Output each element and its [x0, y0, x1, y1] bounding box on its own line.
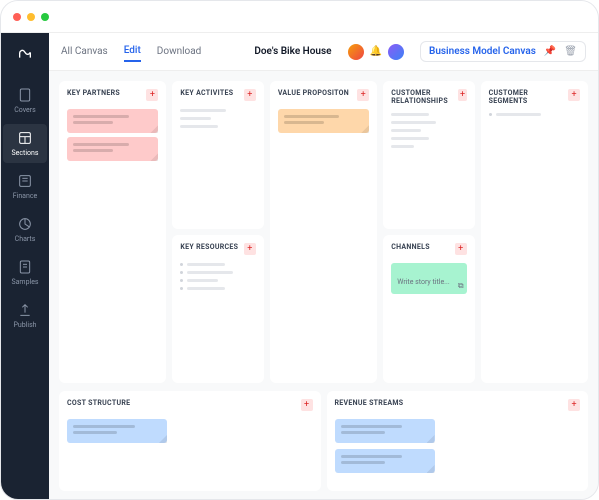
canvas-card[interactable] [67, 419, 167, 443]
avatar[interactable] [348, 44, 364, 60]
close-window-button[interactable] [13, 13, 21, 21]
sidebar: Covers Sections Finance Charts Samples P… [1, 33, 49, 500]
section-title: KEY PARTNERS [67, 89, 120, 97]
placeholder-content [180, 263, 255, 295]
samples-icon [17, 259, 33, 275]
publish-icon [17, 302, 33, 318]
minimize-window-button[interactable] [27, 13, 35, 21]
tab-all-canvas[interactable]: All Canvas [61, 42, 108, 61]
section-title: VALUE PROPOSITON [278, 89, 349, 97]
finance-icon [17, 173, 33, 189]
card-placeholder: Write story title... [397, 278, 450, 286]
section-key-resources: KEY RESOURCES + [172, 235, 263, 383]
logo-icon [17, 47, 33, 63]
canvas-card[interactable] [278, 109, 369, 133]
notifications-icon[interactable]: 🔔 [370, 46, 382, 57]
canvas-card[interactable] [67, 137, 158, 161]
add-card-button[interactable]: + [568, 399, 580, 411]
charts-icon [17, 216, 33, 232]
section-value-proposition: VALUE PROPOSITON + [270, 81, 377, 383]
canvas-title: Business Model Canvas [429, 46, 536, 57]
titlebar [1, 1, 598, 33]
topbar: All Canvas Edit Download Doe's Bike Hous… [49, 33, 598, 71]
section-customer-relationships: CUSTOMER RELATIONSHIPS + [383, 81, 474, 229]
section-title: CUSTOMER SEGMENTS [489, 89, 569, 105]
add-card-button[interactable]: + [357, 89, 369, 101]
add-card-button[interactable]: + [458, 89, 466, 101]
sidebar-label: Charts [15, 235, 36, 243]
canvas-card-editable[interactable]: Write story title... ⧉ [391, 263, 466, 294]
section-key-partners: KEY PARTNERS + [59, 81, 166, 383]
app-window: Covers Sections Finance Charts Samples P… [0, 0, 599, 500]
sidebar-label: Sections [12, 149, 39, 157]
copy-icon[interactable]: ⧉ [458, 281, 464, 291]
maximize-window-button[interactable] [41, 13, 49, 21]
tab-download[interactable]: Download [157, 42, 202, 61]
section-customer-segments: CUSTOMER SEGMENTS + [481, 81, 588, 383]
sidebar-item-covers[interactable]: Covers [3, 81, 47, 120]
sections-icon [17, 130, 33, 146]
section-title: CUSTOMER RELATIONSHIPS [391, 89, 458, 105]
trash-icon[interactable]: 🗑 [564, 46, 577, 57]
tab-edit[interactable]: Edit [124, 41, 141, 62]
sidebar-label: Publish [13, 321, 36, 329]
sidebar-item-sections[interactable]: Sections [3, 124, 47, 163]
section-title: COST STRUCTURE [67, 399, 130, 407]
canvas-selector[interactable]: Business Model Canvas 📌 🗑 [420, 41, 586, 62]
section-key-activities: KEY ACTIVITES + [172, 81, 263, 229]
add-card-button[interactable]: + [455, 243, 467, 255]
canvas-card[interactable] [335, 419, 435, 443]
sidebar-label: Finance [13, 192, 38, 200]
add-card-button[interactable]: + [301, 399, 313, 411]
avatar[interactable] [388, 44, 404, 60]
pin-icon[interactable]: 📌 [544, 46, 556, 57]
canvas-board: KEY PARTNERS + KEY ACTIVITES + [49, 71, 598, 500]
sidebar-label: Samples [11, 278, 38, 286]
add-card-button[interactable]: + [244, 89, 256, 101]
canvas-card[interactable] [335, 449, 435, 473]
sidebar-item-finance[interactable]: Finance [3, 167, 47, 206]
section-title: KEY ACTIVITES [180, 89, 233, 97]
section-title: CHANNELS [391, 243, 430, 251]
main-content: All Canvas Edit Download Doe's Bike Hous… [49, 33, 598, 500]
sidebar-item-publish[interactable]: Publish [3, 296, 47, 335]
section-revenue-streams: REVENUE STREAMS + [327, 391, 589, 491]
placeholder-content [391, 113, 466, 153]
section-title: REVENUE STREAMS [335, 399, 404, 407]
add-card-button[interactable]: + [146, 89, 158, 101]
canvas-card[interactable] [67, 109, 158, 133]
placeholder-content [180, 109, 255, 133]
add-card-button[interactable]: + [244, 243, 256, 255]
sidebar-label: Covers [14, 106, 36, 114]
app-logo[interactable] [11, 41, 39, 69]
placeholder-content [489, 113, 580, 121]
section-channels: CHANNELS + Write story title... ⧉ [383, 235, 474, 383]
sidebar-item-charts[interactable]: Charts [3, 210, 47, 249]
sidebar-item-samples[interactable]: Samples [3, 253, 47, 292]
collaborators: 🔔 [348, 44, 404, 60]
covers-icon [17, 87, 33, 103]
document-title: Doe's Bike House [254, 46, 331, 57]
add-card-button[interactable]: + [568, 89, 580, 101]
section-cost-structure: COST STRUCTURE + [59, 391, 321, 491]
section-title: KEY RESOURCES [180, 243, 238, 251]
